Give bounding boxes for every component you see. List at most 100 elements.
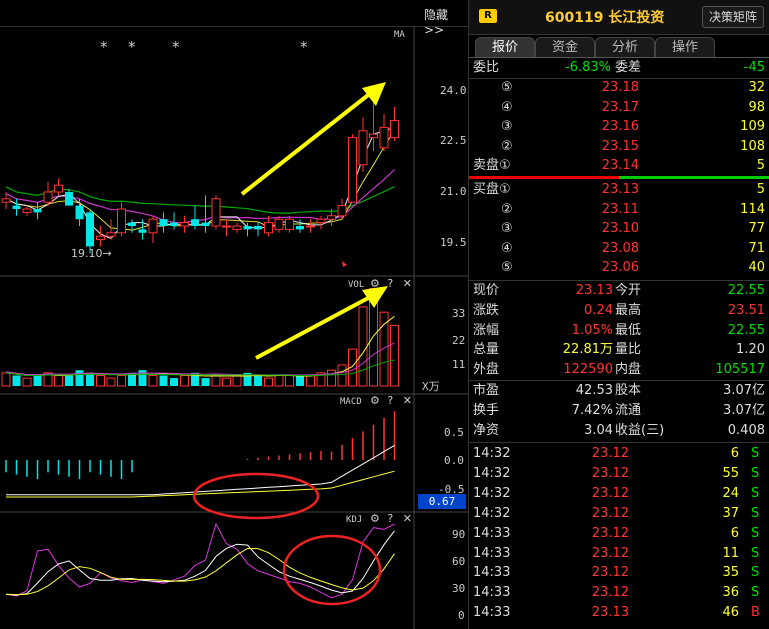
volume-bar <box>170 378 178 386</box>
candle-body <box>379 126 389 149</box>
bid-row[interactable]: ② 23.11 114 <box>469 200 769 220</box>
quote-label: 内盘 <box>615 362 642 378</box>
y-tick: 30 <box>452 582 466 595</box>
bid-volume: 114 <box>740 201 765 217</box>
star-marker: * <box>172 38 180 56</box>
close-icon[interactable]: ✕ <box>403 394 412 407</box>
quote-label: 外盘 <box>473 362 500 378</box>
vol-controls: ⚙ ? ✕ <box>370 277 412 290</box>
tick-time: 14:32 <box>473 465 511 481</box>
help-icon[interactable]: ? <box>387 277 393 290</box>
tick-row[interactable]: 14:32 23.12 55 S <box>469 464 769 484</box>
y-tick: 0.0 <box>444 454 464 467</box>
tab-quote[interactable]: 报价 <box>475 37 535 58</box>
quote-value: 23.51 <box>727 302 765 318</box>
tick-price: 23.12 <box>591 525 629 541</box>
volume-bar <box>201 378 210 386</box>
bid-row[interactable]: 买盘① 23.13 5 <box>469 180 769 200</box>
candle-body <box>296 226 304 230</box>
quote-row: 涨跌 0.24 最高 23.51 <box>469 301 769 321</box>
quote-value: 122590 <box>563 362 613 378</box>
fund-value: 3.07亿 <box>723 403 765 418</box>
candle-body <box>306 225 315 228</box>
tick-row[interactable]: 14:33 23.13 46 B <box>469 603 769 623</box>
low-annotation: 19.10→ <box>71 247 112 260</box>
volume-bar <box>274 374 284 387</box>
gear-icon[interactable]: ⚙ <box>370 394 380 407</box>
ask-row[interactable]: 卖盘① 23.14 5 <box>469 156 769 176</box>
tab-operation[interactable]: 操作 <box>655 37 715 58</box>
candle-body <box>274 218 284 230</box>
volume-bar <box>117 374 126 387</box>
vol-unit: X万 <box>422 380 440 393</box>
tick-volume: 35 <box>722 565 739 581</box>
ask-row[interactable]: ⑤ 23.18 32 <box>469 78 769 98</box>
y-tick: 90 <box>452 528 466 541</box>
gear-icon[interactable]: ⚙ <box>370 277 380 290</box>
highlight-circle <box>282 534 382 606</box>
tick-row[interactable]: 14:33 23.12 35 S <box>469 563 769 583</box>
bid-row[interactable]: ⑤ 23.06 40 <box>469 258 769 278</box>
tick-row[interactable]: 14:32 23.12 24 S <box>469 484 769 504</box>
candle-body <box>201 222 210 226</box>
help-icon[interactable]: ? <box>387 394 393 407</box>
quote-label: 现价 <box>473 283 500 298</box>
highlight-circle <box>192 472 320 520</box>
tick-row[interactable]: 14:32 23.12 37 S <box>469 504 769 524</box>
fund-value: 0.408 <box>727 423 765 438</box>
ask-label: ⑤ <box>501 80 513 95</box>
bid-row[interactable]: ③ 23.10 77 <box>469 219 769 239</box>
tick-time: 14:33 <box>473 525 511 541</box>
candle-body <box>117 208 126 234</box>
tick-row[interactable]: 14:33 23.12 11 S <box>469 544 769 564</box>
candle-body <box>43 191 53 203</box>
tick-time: 14:33 <box>473 605 511 621</box>
tick-row[interactable]: 14:33 23.12 36 S <box>469 583 769 603</box>
fund-value: 7.42% <box>571 403 613 418</box>
y-tick: 0 <box>458 609 465 622</box>
candle-body <box>33 209 42 213</box>
candle-body <box>12 205 21 209</box>
tab-funds[interactable]: 资金 <box>535 37 595 58</box>
ask-row[interactable]: ④ 23.17 98 <box>469 98 769 118</box>
tick-row[interactable]: 14:32 23.12 6 S <box>469 444 769 464</box>
quote-label: 今开 <box>615 283 642 298</box>
candle-body <box>54 184 63 193</box>
bid-row[interactable]: ④ 23.08 71 <box>469 239 769 259</box>
chart-svg <box>0 26 468 629</box>
ask-label: ④ <box>501 99 513 115</box>
quote-label: 涨跌 <box>473 302 500 318</box>
ask-row[interactable]: ② 23.15 108 <box>469 137 769 157</box>
quote-row: 总量 22.81万 量比 1.20 <box>469 340 769 360</box>
tick-price: 23.12 <box>591 505 629 521</box>
help-icon[interactable]: ? <box>387 512 393 525</box>
vol-ma-line <box>5 342 395 376</box>
star-marker: * <box>100 38 108 56</box>
tab-analysis[interactable]: 分析 <box>595 37 655 58</box>
candle-body <box>254 226 262 230</box>
tick-row[interactable]: 14:33 23.12 6 S <box>469 524 769 544</box>
tick-volume: 24 <box>722 485 739 501</box>
y-tick: 19.5 <box>440 236 467 249</box>
y-tick: 24.0 <box>440 84 467 97</box>
tick-price: 23.12 <box>591 485 629 501</box>
y-tick: 21.0 <box>440 185 467 198</box>
candle-body <box>138 229 147 233</box>
volume-bar <box>65 375 73 386</box>
decision-matrix-button[interactable]: 决策矩阵 <box>702 6 764 28</box>
ask-price: 23.18 <box>601 80 639 95</box>
candle-body <box>159 219 168 226</box>
volume-bar <box>180 374 189 387</box>
close-icon[interactable]: ✕ <box>403 512 412 525</box>
tick-side: S <box>751 565 760 581</box>
fund-label: 流通 <box>615 403 642 418</box>
tick-side: S <box>751 505 760 521</box>
candle-body <box>316 218 326 224</box>
gear-icon[interactable]: ⚙ <box>370 512 380 525</box>
ask-price: 23.16 <box>601 119 639 135</box>
chart-area[interactable]: 隐藏>> MA VOL MACD KDJ ⚙ ? ✕ ⚙ ? ✕ ⚙ ? ✕ 2… <box>0 0 468 629</box>
tick-volume: 36 <box>722 585 739 601</box>
bid-volume: 77 <box>748 221 765 237</box>
close-icon[interactable]: ✕ <box>403 277 412 290</box>
ask-row[interactable]: ③ 23.16 109 <box>469 117 769 137</box>
